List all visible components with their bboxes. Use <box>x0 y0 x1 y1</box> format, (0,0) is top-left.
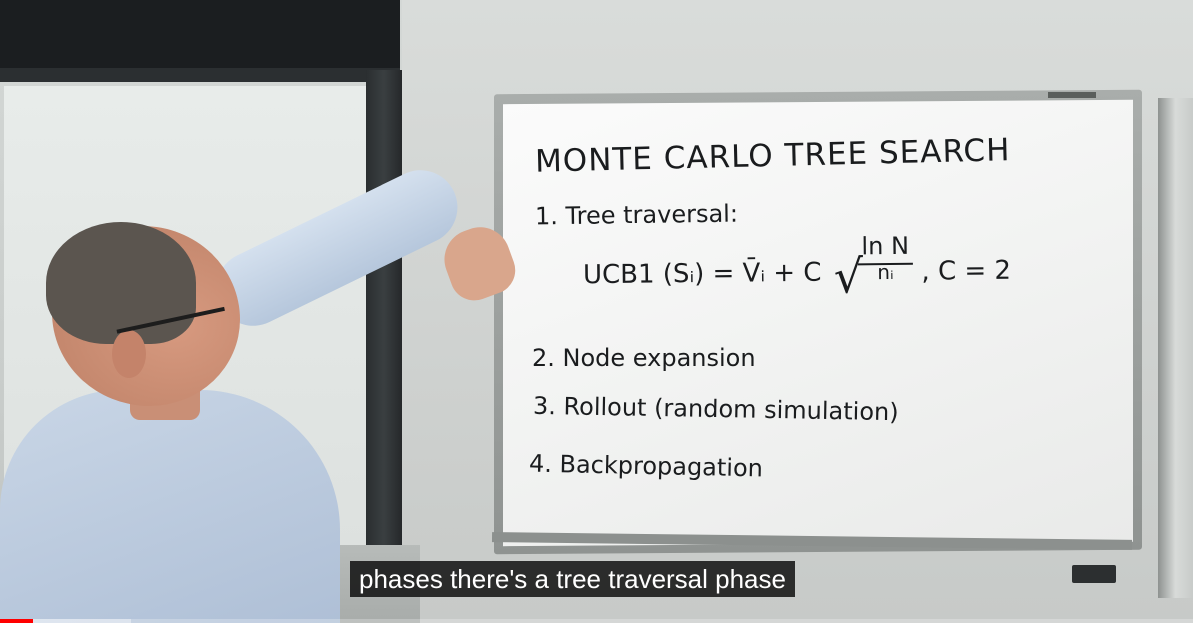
window-frame-top <box>0 0 400 82</box>
formula-lhs: UCB1 (Sᵢ) = V̄ᵢ + C <box>582 257 822 291</box>
progress-played <box>0 619 34 623</box>
eraser <box>1072 565 1116 583</box>
formula-denominator: nᵢ <box>877 259 894 284</box>
ucb1-formula: UCB1 (Sᵢ) = V̄ᵢ + C √ ln N nᵢ , C = 2 <box>582 231 1012 304</box>
whiteboard-label <box>1048 92 1096 98</box>
progress-bar[interactable] <box>0 619 1193 623</box>
formula-fraction: ln N nᵢ <box>857 231 914 284</box>
video-player[interactable]: MONTE CARLO TREE SEARCH 1. Tree traversa… <box>0 0 1193 623</box>
adjacent-board-edge <box>1158 98 1193 598</box>
step-node-expansion: 2. Node expansion <box>532 344 756 372</box>
step-tree-traversal: 1. Tree traversal: <box>534 199 739 231</box>
step-backpropagation: 4. Backpropagation <box>528 449 764 483</box>
window-post <box>366 70 402 550</box>
sqrt-icon: √ <box>833 249 864 304</box>
presenter-shirt <box>0 390 340 623</box>
formula-numerator: ln N <box>861 231 910 260</box>
formula-sqrt: √ ln N nᵢ <box>834 231 914 304</box>
formula-constant: , C = 2 <box>921 255 1012 287</box>
subtitle-caption: phases there's a tree traversal phase <box>350 561 795 597</box>
